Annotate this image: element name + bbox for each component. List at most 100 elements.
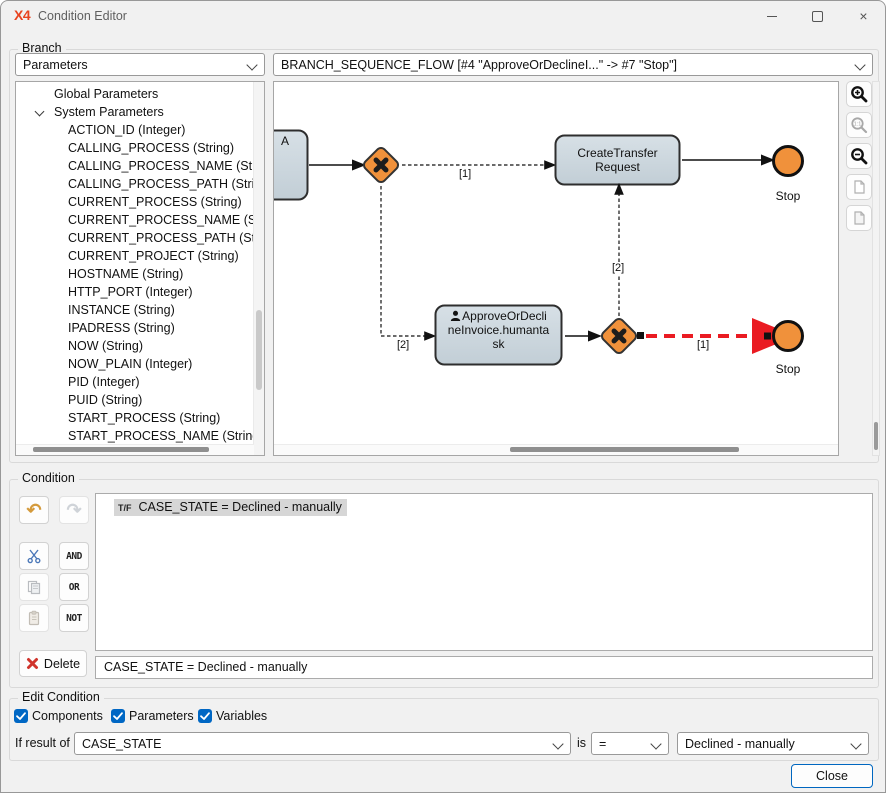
components-checkbox-label: Components bbox=[32, 709, 103, 723]
tree-item-label: CALLING_PROCESS_PATH (String) bbox=[68, 177, 265, 191]
tree-item[interactable]: System Parameters bbox=[16, 103, 264, 121]
diagram-horizontal-scrollbar[interactable] bbox=[274, 444, 838, 455]
close-button[interactable]: Close bbox=[791, 764, 873, 788]
tree-item-label: CALLING_PROCESS_NAME (String) bbox=[68, 159, 265, 173]
maximize-button[interactable] bbox=[795, 1, 840, 31]
tree-item-label: START_PROCESS (String) bbox=[68, 411, 220, 425]
checkbox-checked-icon bbox=[14, 709, 28, 723]
branch-flow-combo[interactable]: BRANCH_SEQUENCE_FLOW [#4 "ApproveOrDecli… bbox=[273, 53, 873, 76]
branch-scope-combo[interactable]: Parameters bbox=[15, 53, 265, 76]
undo-button[interactable]: ↶ bbox=[19, 496, 49, 524]
approve-task-name: ApproveOrDeclineInvoice.humantask bbox=[448, 309, 549, 351]
boolean-type-icon: T/F bbox=[118, 503, 132, 513]
tree-item[interactable]: ACTION_ID (Integer) bbox=[16, 121, 264, 139]
zoom-out-icon bbox=[850, 147, 868, 165]
operand-combo[interactable]: CASE_STATE bbox=[74, 732, 571, 755]
diagram-vertical-scrollbar[interactable] bbox=[872, 81, 880, 456]
tree-item[interactable]: NOW_PLAIN (Integer) bbox=[16, 355, 264, 373]
chevron-down-icon[interactable] bbox=[35, 107, 45, 117]
tree-item[interactable]: PUID (String) bbox=[16, 391, 264, 409]
delete-button[interactable]: Delete bbox=[19, 650, 87, 677]
tree-vertical-scrollbar[interactable] bbox=[253, 82, 264, 455]
if-result-of-label: If result of bbox=[15, 736, 70, 750]
stop-top-label: Stop bbox=[768, 189, 808, 203]
and-button[interactable]: AND bbox=[59, 542, 89, 570]
tree-item[interactable]: IPADRESS (String) bbox=[16, 319, 264, 337]
tree-item[interactable]: CURRENT_PROCESS_PATH (String) bbox=[16, 229, 264, 247]
chevron-down-icon bbox=[850, 738, 861, 749]
tree-item-label: PID (Integer) bbox=[68, 375, 140, 389]
new-page-icon bbox=[851, 210, 867, 226]
tree-item[interactable]: START_PROCESS_NAME (String) bbox=[16, 427, 264, 445]
close-window-button[interactable]: × bbox=[841, 1, 886, 31]
chevron-down-icon bbox=[650, 738, 661, 749]
minimize-button[interactable] bbox=[749, 1, 794, 31]
or-button[interactable]: OR bbox=[59, 573, 89, 601]
title-bar: X4 Condition Editor × bbox=[1, 1, 885, 31]
tree-item[interactable]: CALLING_PROCESS_PATH (String) bbox=[16, 175, 264, 193]
tree-item[interactable]: CURRENT_PROJECT (String) bbox=[16, 247, 264, 265]
variables-checkbox[interactable]: Variables bbox=[198, 709, 267, 723]
edge-handle[interactable] bbox=[764, 333, 771, 340]
zoom-in-icon bbox=[850, 85, 868, 103]
cut-button[interactable] bbox=[19, 542, 49, 570]
condition-list[interactable]: T/F CASE_STATE = Declined - manually bbox=[95, 493, 873, 651]
process-diagram: A CreateTransfer Request ApproveOrDeclin… bbox=[273, 81, 839, 456]
scrollbar-thumb[interactable] bbox=[33, 447, 209, 452]
tree-item[interactable]: HTTP_PORT (Integer) bbox=[16, 283, 264, 301]
tree-item[interactable]: CURRENT_PROCESS_NAME (String) bbox=[16, 211, 264, 229]
parameter-tree[interactable]: Global ParametersSystem ParametersACTION… bbox=[15, 81, 265, 456]
condition-expression-field[interactable]: CASE_STATE = Declined - manually bbox=[95, 656, 873, 679]
tree-horizontal-scrollbar[interactable] bbox=[16, 444, 254, 455]
svg-text:1:1: 1:1 bbox=[854, 122, 862, 128]
operator-combo[interactable]: = bbox=[591, 732, 669, 755]
tree-item[interactable]: CALLING_PROCESS_NAME (String) bbox=[16, 157, 264, 175]
scrollbar-thumb[interactable] bbox=[874, 422, 878, 450]
tree-item[interactable]: CALLING_PROCESS (String) bbox=[16, 139, 264, 157]
scrollbar-thumb[interactable] bbox=[510, 447, 739, 452]
value-combo[interactable]: Declined - manually bbox=[677, 732, 869, 755]
conditional-flow-2[interactable] bbox=[381, 186, 426, 336]
fit-page-button[interactable] bbox=[846, 174, 872, 200]
redo-button[interactable]: ↷ bbox=[59, 496, 89, 524]
tree-item[interactable]: INSTANCE (String) bbox=[16, 301, 264, 319]
tree-item[interactable]: START_PROCESS (String) bbox=[16, 409, 264, 427]
tree-item-label: CURRENT_PROCESS (String) bbox=[68, 195, 242, 209]
tree-item-label: IPADRESS (String) bbox=[68, 321, 175, 335]
zoom-in-button[interactable] bbox=[846, 81, 872, 107]
minimize-icon bbox=[767, 16, 777, 17]
tree-item[interactable]: PID (Integer) bbox=[16, 373, 264, 391]
delete-button-label: Delete bbox=[44, 657, 80, 671]
cut-icon bbox=[26, 548, 42, 564]
stop-node-bottom[interactable] bbox=[774, 322, 803, 351]
edge-handle[interactable] bbox=[637, 332, 644, 339]
scrollbar-thumb[interactable] bbox=[256, 310, 262, 390]
edge-label-4: [1] bbox=[695, 339, 711, 351]
tree-item[interactable]: HOSTNAME (String) bbox=[16, 265, 264, 283]
tree-item-label: CURRENT_PROCESS_PATH (String) bbox=[68, 231, 265, 245]
tree-item-label: PUID (String) bbox=[68, 393, 142, 407]
tree-item[interactable]: CURRENT_PROCESS (String) bbox=[16, 193, 264, 211]
condition-row[interactable]: T/F CASE_STATE = Declined - manually bbox=[114, 499, 347, 516]
edge-label-1: [1] bbox=[457, 168, 473, 180]
xor-gateway-1[interactable] bbox=[362, 146, 400, 184]
not-button[interactable]: NOT bbox=[59, 604, 89, 632]
tree-item-label: CURRENT_PROJECT (String) bbox=[68, 249, 239, 263]
partial-task-label: A bbox=[276, 134, 294, 148]
zoom-out-button[interactable] bbox=[846, 143, 872, 169]
condition-row-text: CASE_STATE = Declined - manually bbox=[139, 500, 342, 514]
stop-node-top[interactable] bbox=[774, 147, 803, 176]
copy-button[interactable] bbox=[19, 573, 49, 601]
parameters-checkbox[interactable]: Parameters bbox=[111, 709, 194, 723]
new-page-button[interactable] bbox=[846, 205, 872, 231]
tree-item[interactable]: NOW (String) bbox=[16, 337, 264, 355]
tree-item[interactable]: Global Parameters bbox=[16, 85, 264, 103]
paste-button[interactable] bbox=[19, 604, 49, 632]
is-label: is bbox=[577, 736, 586, 750]
delete-icon bbox=[26, 657, 39, 670]
operator-value: = bbox=[599, 737, 606, 751]
approve-task-label: ApproveOrDeclineInvoice.humantask bbox=[447, 309, 550, 363]
zoom-actual-size-button[interactable]: 1:1 bbox=[846, 112, 872, 138]
components-checkbox[interactable]: Components bbox=[14, 709, 103, 723]
xor-gateway-2[interactable] bbox=[600, 317, 638, 355]
